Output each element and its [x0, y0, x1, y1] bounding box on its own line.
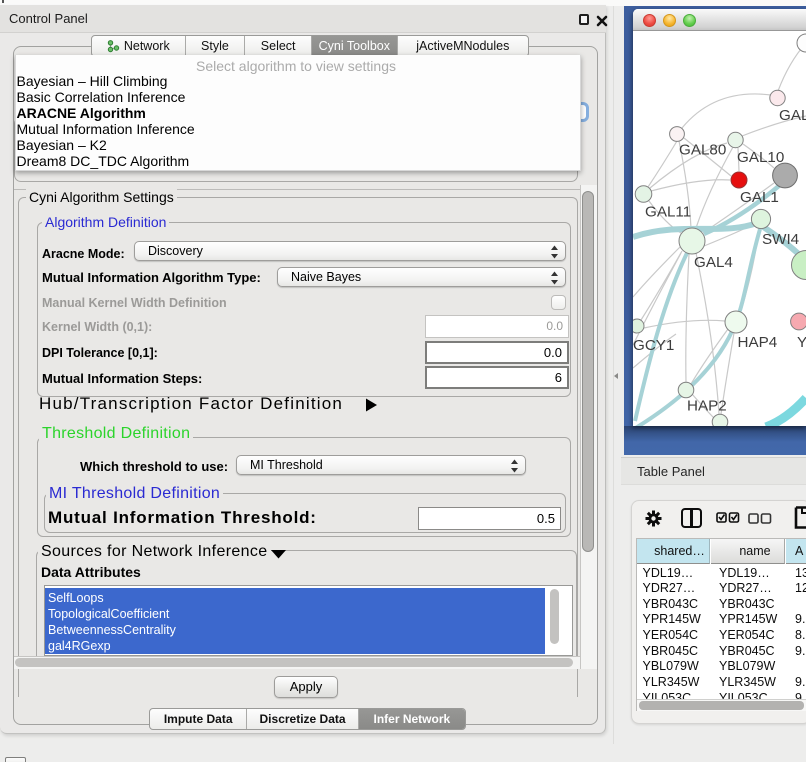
svg-text:GAL4: GAL4 — [694, 254, 733, 271]
svg-text:GAL11: GAL11 — [645, 204, 691, 221]
svg-text:GAL1: GAL1 — [740, 189, 779, 206]
svg-text:GCY1: GCY1 — [633, 337, 674, 354]
svg-text:HAP4: HAP4 — [738, 334, 778, 351]
svg-text:GAL: GAL — [779, 107, 806, 124]
svg-text:SWI4: SWI4 — [762, 231, 799, 248]
svg-text:GAL10: GAL10 — [737, 149, 784, 166]
svg-text:GAL80: GAL80 — [679, 142, 726, 159]
svg-text:HAP2: HAP2 — [687, 398, 727, 415]
svg-text:Y: Y — [797, 334, 806, 351]
